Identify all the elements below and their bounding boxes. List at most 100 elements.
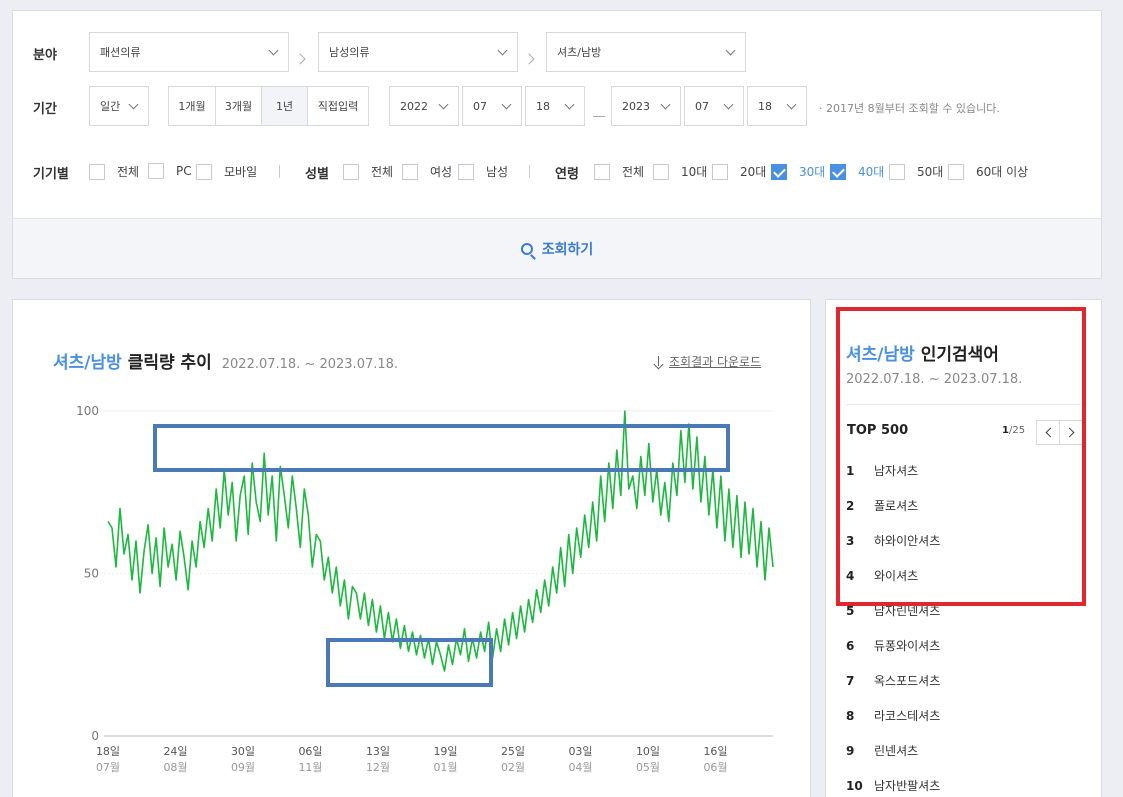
age-10s-checkbox[interactable]: 10대 (653, 163, 707, 180)
trend-series-line (107, 410, 774, 672)
gender-male-checkbox[interactable]: 남성 (458, 163, 508, 180)
checkbox-label: 여성 (430, 165, 453, 179)
period-label: 기간 (33, 102, 57, 117)
chevron-down-icon (438, 99, 449, 110)
y-tick-label: 100 (76, 404, 99, 418)
search-button[interactable]: 조회하기 (520, 239, 594, 259)
x-tick-month: 12월 (366, 761, 390, 774)
checkbox-label: 모바일 (224, 165, 258, 179)
filter-panel: 분야 패션의류 남성의류 셔츠/남방 기간 일간 1개월 3개월 1년 직접입력… (12, 10, 1102, 279)
tab-1-year[interactable]: 1년 (262, 87, 308, 125)
keyword-rank: 9 (846, 743, 855, 758)
divider (529, 165, 530, 178)
checkbox-box (89, 163, 105, 180)
tab-3-month[interactable]: 3개월 (216, 87, 262, 125)
chevron-right-icon (523, 53, 535, 65)
chevron-down-icon (268, 45, 279, 56)
start-day-value: 18 (536, 99, 550, 113)
red-annotation-box (836, 307, 1086, 606)
checkbox-box (889, 163, 905, 180)
category-select-2[interactable]: 남성의류 (318, 32, 518, 72)
checkbox-box (712, 163, 728, 180)
checkbox-box (196, 163, 212, 180)
category-select-1-value: 패션의류 (100, 46, 141, 59)
category-select-1[interactable]: 패션의류 (89, 32, 289, 72)
trend-chart: 100 50 018일 07월 24일 08월 30일 09월 06일 11월 13일 12월 19일 0… (76, 404, 774, 774)
x-tick-day: 16일 (703, 744, 727, 758)
checkbox-label: 30대 (799, 165, 826, 179)
chevron-down-icon (660, 99, 671, 110)
gender-label: 성별 (305, 167, 329, 182)
end-year-select[interactable]: 2023 (611, 86, 681, 126)
x-tick-day: 25일 (501, 744, 525, 758)
x-tick-day: 30일 (231, 744, 255, 758)
chevron-down-icon (725, 45, 736, 56)
end-year-value: 2023 (622, 99, 650, 113)
x-tick-month: 06월 (703, 761, 727, 774)
age-20s-checkbox[interactable]: 20대 (712, 163, 766, 180)
keyword-rank: 6 (846, 638, 855, 653)
end-month-value: 07 (695, 99, 709, 113)
period-unit-select[interactable]: 일간 (89, 86, 149, 126)
category-select-2-value: 남성의류 (329, 46, 370, 59)
period-note: · 2017년 8월부터 조회할 수 있습니다. (819, 102, 1000, 115)
x-tick-month: 08월 (163, 761, 187, 774)
checkbox-label: 20대 (740, 165, 767, 179)
search-button-label: 조회하기 (541, 241, 594, 258)
x-tick-day: 13일 (366, 744, 390, 758)
divider (279, 165, 280, 178)
tab-1-month[interactable]: 1개월 (169, 87, 216, 125)
x-tick-day: 06일 (298, 744, 322, 758)
age-60s-checkbox[interactable]: 60대 이상 (948, 163, 1028, 180)
keyword-item[interactable]: 10 남자반팔셔츠 (846, 768, 940, 797)
search-bar: 조회하기 (13, 218, 1101, 278)
keyword-label: 듀퐁와이셔츠 (874, 639, 941, 653)
x-tick-day: 03일 (568, 744, 592, 758)
search-icon (520, 242, 533, 255)
device-pc-checkbox[interactable]: PC (148, 163, 192, 179)
start-month-select[interactable]: 07 (462, 86, 522, 126)
x-tick-month: 01월 (433, 761, 457, 774)
keyword-label: 남자반팔셔츠 (874, 779, 941, 793)
keyword-item[interactable]: 9 린넨셔츠 (846, 733, 940, 768)
keyword-item[interactable]: 8 라코스테셔츠 (846, 698, 940, 733)
x-tick-day: 18일 (96, 744, 120, 758)
chevron-down-icon (497, 45, 508, 56)
age-label: 연령 (555, 167, 579, 182)
age-30s-checkbox[interactable]: 30대 (771, 163, 825, 180)
checkbox-label: 전체 (371, 165, 394, 179)
end-day-select[interactable]: 18 (747, 86, 807, 126)
keyword-item[interactable]: 7 옥스포드셔츠 (846, 663, 940, 698)
x-tick-month: 05월 (636, 761, 660, 774)
tab-custom[interactable]: 직접입력 (308, 87, 368, 125)
start-year-value: 2022 (400, 99, 428, 113)
y-tick-label: 0 (91, 729, 99, 743)
age-40s-checkbox[interactable]: 40대 (830, 163, 884, 180)
keyword-item[interactable]: 6 듀퐁와이셔츠 (846, 628, 940, 663)
checkbox-box-checked (830, 163, 846, 180)
checkbox-label: 남성 (486, 165, 509, 179)
checkbox-box (653, 163, 669, 180)
category-select-3[interactable]: 셔츠/남방 (546, 32, 746, 72)
period-tabs: 1개월 3개월 1년 직접입력 (168, 86, 369, 126)
gender-female-checkbox[interactable]: 여성 (402, 163, 452, 180)
range-dash (593, 116, 605, 117)
checkbox-box (458, 163, 474, 180)
start-month-value: 07 (473, 99, 487, 113)
gender-all-checkbox[interactable]: 전체 (343, 163, 393, 180)
checkbox-label: 전체 (622, 165, 645, 179)
keyword-label: 라코스테셔츠 (874, 709, 941, 723)
x-tick-day: 24일 (163, 744, 187, 758)
checkbox-box (594, 163, 610, 180)
period-unit-value: 일간 (100, 100, 121, 113)
end-month-select[interactable]: 07 (684, 86, 744, 126)
age-all-checkbox[interactable]: 전체 (594, 163, 644, 180)
age-50s-checkbox[interactable]: 50대 (889, 163, 943, 180)
start-year-select[interactable]: 2022 (389, 86, 459, 126)
x-tick-month: 02월 (501, 761, 525, 774)
start-day-select[interactable]: 18 (525, 86, 585, 126)
checkbox-box-checked (771, 163, 787, 180)
device-mobile-checkbox[interactable]: 모바일 (196, 163, 257, 180)
device-all-checkbox[interactable]: 전체 (89, 163, 139, 180)
chevron-down-icon (723, 99, 734, 110)
